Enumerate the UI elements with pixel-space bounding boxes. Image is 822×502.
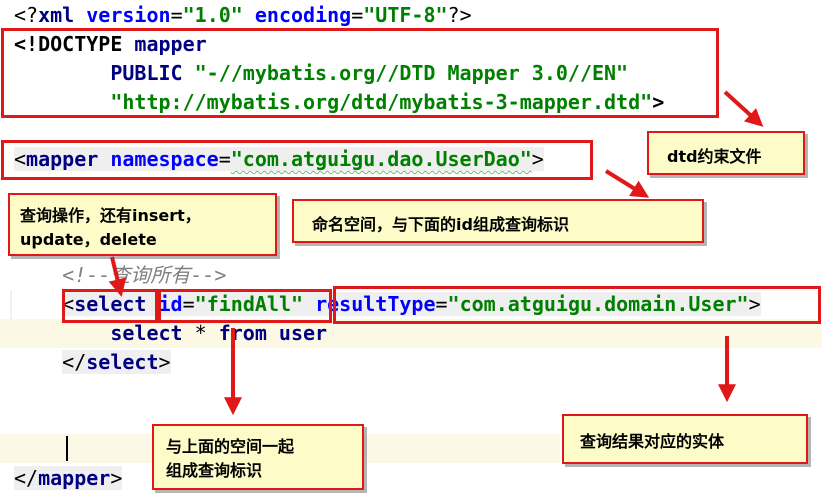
id-combination-note: 与上面的空间一起 组成查询标识 — [152, 424, 364, 490]
select-tag-highlight-box — [62, 289, 158, 323]
token: <? — [14, 3, 39, 27]
token: select — [110, 321, 183, 345]
code-line-xml-declaration[interactable]: <?xml version="1.0" encoding="UTF-8"?> — [14, 1, 472, 30]
token: "1.0" — [182, 3, 243, 27]
doctype-highlight-box — [1, 28, 719, 118]
note-text: 与上面的空间一起 — [166, 437, 295, 456]
dtd-constraint-note: dtd约束文件 — [647, 131, 805, 175]
note-text: 命名空间，与下面的id组成查询标识 — [312, 215, 569, 234]
note-text: 查询操作，还有insert， — [20, 206, 201, 225]
token: <!--查询所有--> — [62, 263, 227, 287]
code-line-select-close[interactable]: </select> — [14, 348, 171, 377]
token: = — [351, 3, 364, 27]
note-text: dtd约束文件 — [667, 147, 762, 166]
namespace-highlight-box — [1, 140, 593, 180]
token: > — [158, 350, 171, 374]
token: ?> — [447, 3, 472, 27]
token: select — [86, 350, 159, 374]
token: xml — [38, 3, 75, 27]
query-operations-note: 查询操作，还有insert， update，delete — [8, 193, 277, 256]
result-entity-note: 查询结果对应的实体 — [562, 414, 808, 464]
token: = — [170, 3, 183, 27]
code-line-sql[interactable]: select * from user — [14, 319, 327, 348]
token: </ — [14, 466, 39, 490]
token: from — [218, 321, 267, 345]
resulttype-highlight-box — [333, 286, 821, 324]
note-text: 查询结果对应的实体 — [580, 432, 725, 451]
arrow-to-dtd-note — [723, 90, 764, 127]
fold-gutter-mark — [10, 290, 12, 319]
code-line-mapper-close[interactable]: </mapper> — [14, 464, 123, 493]
text-caret — [66, 436, 68, 461]
namespace-note: 命名空间，与下面的id组成查询标识 — [292, 199, 704, 243]
note-text: update，delete — [20, 230, 157, 249]
token: encoding — [254, 3, 352, 27]
code-line-comment[interactable]: <!--查询所有--> — [14, 261, 226, 290]
token: * — [182, 321, 219, 345]
token: </ — [62, 350, 87, 374]
note-text: 组成查询标识 — [166, 461, 263, 480]
token: "UTF-8" — [363, 3, 448, 27]
id-highlight-box — [158, 289, 332, 323]
token: > — [110, 466, 123, 490]
token: user — [278, 321, 328, 345]
token: mapper — [38, 466, 111, 490]
token: version — [86, 3, 171, 27]
arrow-to-namespace-note — [604, 169, 650, 198]
